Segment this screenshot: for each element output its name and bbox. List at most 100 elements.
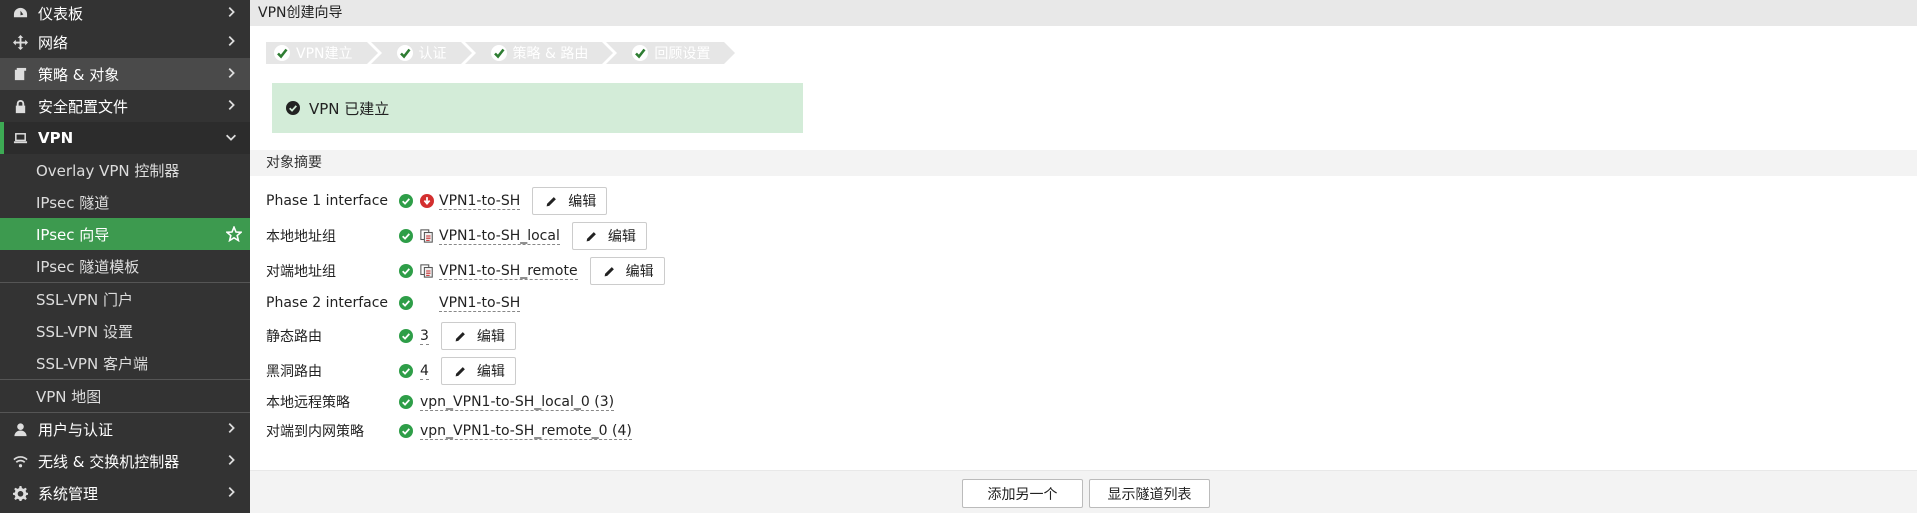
sidebar-item-policy-objects[interactable]: 策略 & 对象: [0, 58, 250, 90]
check-icon: [396, 45, 413, 61]
row-value[interactable]: VPN1-to-SH_local: [439, 228, 560, 245]
summary-row-blackhole-routes: 黑洞路由 4 编辑: [266, 356, 1066, 386]
chevron-right-icon: [224, 34, 240, 50]
check-circle-icon: [399, 329, 413, 343]
check-icon: [274, 45, 290, 61]
check-circle-icon: [399, 424, 413, 438]
check-icon: [490, 45, 507, 61]
gear-icon: [12, 485, 28, 501]
chevron-right-icon: [224, 421, 240, 437]
sidebar-subitem-sslvpn-clients[interactable]: SSL-VPN 客户端: [0, 347, 250, 379]
show-tunnel-list-button[interactable]: 显示隧道列表: [1089, 479, 1210, 508]
sidebar-item-user-auth[interactable]: 用户与认证: [0, 413, 250, 445]
summary-row-phase1: Phase 1 interface VPN1-to-SH 编辑: [266, 186, 1066, 216]
sidebar-item-network[interactable]: 网络: [0, 26, 250, 58]
sidebar-subitem-label: SSL-VPN 门户: [36, 290, 133, 309]
sidebar-subitem-label: IPsec 隧道: [36, 193, 110, 212]
wizard-step: 认证: [370, 42, 472, 64]
check-circle-icon: [399, 395, 413, 409]
check-icon: [632, 45, 649, 61]
wizard-steps: VPN建立 认证 策略 & 路由 回顾设置: [266, 42, 736, 64]
check-circle-icon: [399, 364, 413, 378]
row-value[interactable]: 4: [420, 363, 429, 380]
row-value[interactable]: VPN1-to-SH: [439, 193, 521, 210]
edit-button[interactable]: 编辑: [440, 322, 516, 350]
row-value[interactable]: vpn_VPN1-to-SH_remote_0 (4): [420, 423, 632, 440]
sidebar-subitem-sslvpn-portals[interactable]: SSL-VPN 门户: [0, 283, 250, 315]
wizard-step: 回顾设置: [606, 42, 736, 64]
wizard-step-label: 回顾设置: [654, 46, 711, 62]
sidebar-subitem-label: VPN 地图: [36, 387, 102, 406]
summary-row-remote-local-policy: 对端到内网策略 vpn_VPN1-to-SH_remote_0 (4): [266, 416, 1066, 446]
check-circle-icon: [399, 296, 413, 310]
edit-button-label: 编辑: [476, 329, 505, 345]
sidebar-subitem-label: IPsec 向导: [36, 225, 110, 244]
sidebar-item-vpn[interactable]: VPN: [0, 122, 250, 154]
chevron-right-icon: [224, 453, 240, 469]
chevron-right-icon: [224, 5, 240, 21]
network-move-icon: [12, 34, 28, 50]
row-label: 对端到内网策略: [266, 424, 364, 440]
sidebar-item-label: 无线 & 交换机控制器: [38, 452, 180, 471]
sidebar-subitem-sslvpn-settings[interactable]: SSL-VPN 设置: [0, 315, 250, 347]
chevron-right-icon: [224, 66, 240, 82]
main-content: VPN创建向导 VPN建立 认证 策略 & 路由 回顾设置 VPN 已建立 对象…: [250, 0, 1917, 513]
row-value[interactable]: 3: [420, 328, 429, 345]
banner-text: VPN 已建立: [309, 99, 390, 118]
sidebar-item-label: 策略 & 对象: [38, 65, 120, 84]
sidebar-subitem-ipsec-tunnels[interactable]: IPsec 隧道: [0, 186, 250, 218]
star-icon[interactable]: [226, 226, 242, 242]
pencil-icon: [454, 365, 467, 378]
sidebar-item-label: 网络: [38, 33, 69, 52]
wizard-step: 策略 & 路由: [464, 42, 614, 64]
summary-row-local-remote-policy: 本地远程策略 vpn_VPN1-to-SH_local_0 (3): [266, 387, 1066, 417]
row-label: Phase 2 interface: [266, 295, 389, 311]
sidebar-item-label: 仪表板: [38, 4, 84, 23]
sidebar-subitem-vpn-map[interactable]: VPN 地图: [0, 380, 250, 412]
footer-bar: 添加另一个 显示隧道列表: [250, 470, 1917, 513]
sidebar-subitem-ipsec-templates[interactable]: IPsec 隧道模板: [0, 250, 250, 282]
user-icon: [12, 421, 28, 437]
wizard-step-label: 认证: [418, 46, 447, 62]
sidebar-subitem-label: SSL-VPN 设置: [36, 322, 133, 341]
check-circle-icon: [399, 229, 413, 243]
sidebar-item-wifi-switch[interactable]: 无线 & 交换机控制器: [0, 445, 250, 477]
section-title: 对象摘要: [250, 150, 1917, 176]
sidebar-subitem-overlay-vpn[interactable]: Overlay VPN 控制器: [0, 154, 250, 186]
tunnel-down-icon: [420, 194, 434, 208]
summary-row-local-address: 本地地址组 VPN1-to-SH_local 编辑: [266, 221, 1066, 251]
edit-button[interactable]: 编辑: [532, 187, 608, 215]
edit-button[interactable]: 编辑: [571, 222, 647, 250]
edit-button[interactable]: 编辑: [589, 257, 665, 285]
sidebar-subitem-label: SSL-VPN 客户端: [36, 354, 148, 373]
summary-row-static-routes: 静态路由 3 编辑: [266, 321, 1066, 351]
sidebar-item-label: 用户与认证: [38, 420, 114, 439]
row-value[interactable]: VPN1-to-SH: [439, 295, 521, 312]
row-label: 本地地址组: [266, 229, 336, 245]
pencil-icon: [545, 195, 558, 208]
sidebar-subitem-label: Overlay VPN 控制器: [36, 161, 180, 180]
wizard-step: VPN建立: [266, 42, 377, 64]
add-another-button[interactable]: 添加另一个: [962, 479, 1083, 508]
row-value[interactable]: VPN1-to-SH_remote: [439, 263, 578, 280]
check-circle-icon: [399, 194, 413, 208]
edit-button-label: 编辑: [568, 194, 597, 210]
sidebar: 仪表板 网络 策略 & 对象 安全配置文件 VPN Overlay VPN 控制…: [0, 0, 250, 513]
laptop-icon: [12, 130, 28, 146]
sidebar-item-system[interactable]: 系统管理: [0, 477, 250, 509]
sidebar-subitem-label: IPsec 隧道模板: [36, 257, 140, 276]
address-group-icon: [420, 229, 434, 243]
sidebar-subitem-ipsec-wizard[interactable]: IPsec 向导: [0, 218, 250, 250]
edit-button[interactable]: 编辑: [440, 357, 516, 385]
chevron-down-icon: [224, 130, 240, 146]
row-label: 黑洞路由: [266, 364, 322, 380]
row-label: 对端地址组: [266, 264, 336, 280]
sidebar-item-security-profiles[interactable]: 安全配置文件: [0, 90, 250, 122]
address-group-icon: [420, 264, 434, 278]
sidebar-item-label: 安全配置文件: [38, 97, 129, 116]
sidebar-item-label: 系统管理: [38, 484, 99, 503]
row-value[interactable]: vpn_VPN1-to-SH_local_0 (3): [420, 394, 615, 411]
sidebar-item-dashboard[interactable]: 仪表板: [0, 0, 250, 26]
wifi-icon: [12, 453, 28, 469]
edit-button-label: 编辑: [607, 229, 636, 245]
